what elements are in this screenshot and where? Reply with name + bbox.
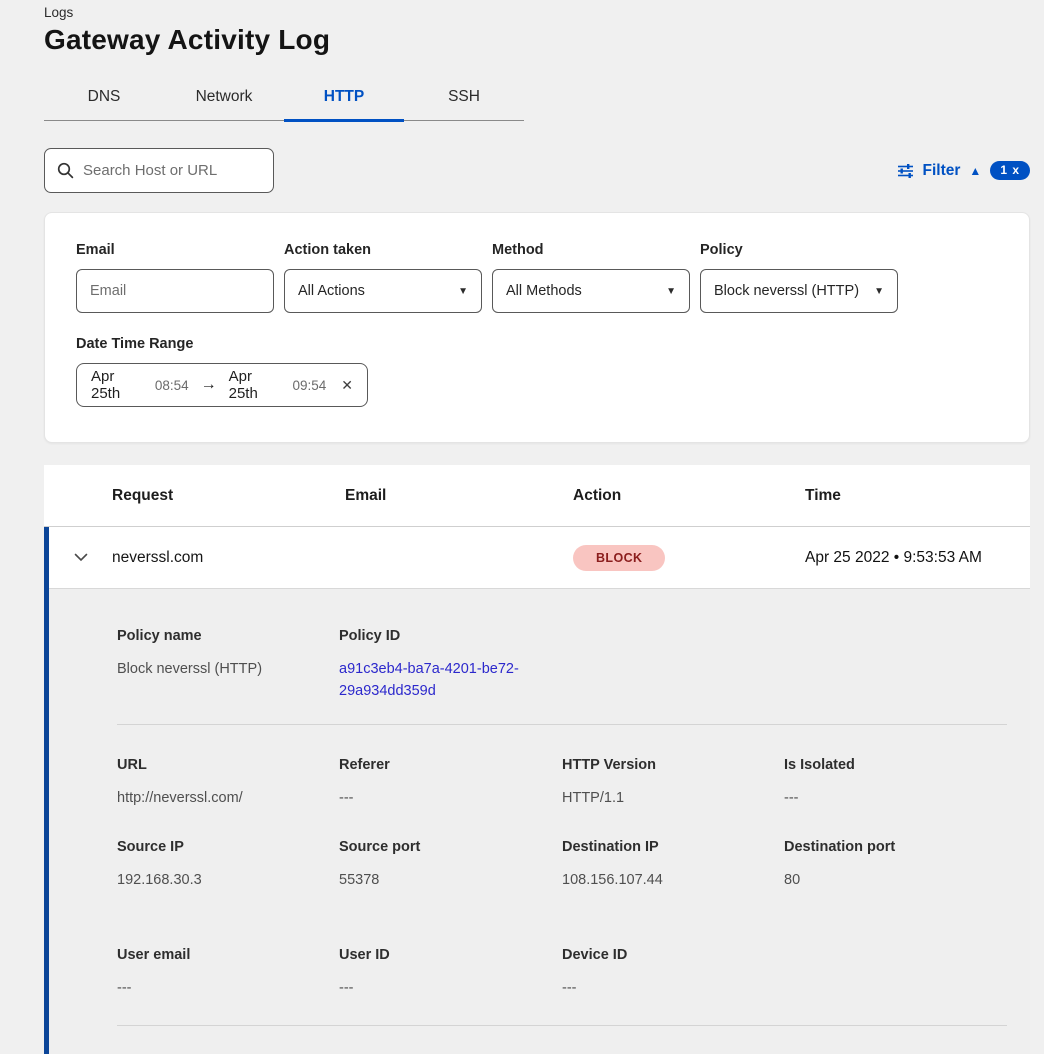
email-filter-label: Email bbox=[76, 242, 274, 258]
breadcrumb[interactable]: Logs bbox=[0, 0, 1044, 20]
source-ip-label: Source IP bbox=[117, 839, 339, 855]
date-range-picker[interactable]: Apr 25th 08:54 → Apr 25th 09:54 ✕ bbox=[76, 363, 368, 407]
tab-ssh[interactable]: SSH bbox=[404, 80, 524, 122]
email-filter-input[interactable] bbox=[90, 283, 260, 299]
destination-port-value: 80 bbox=[784, 870, 1007, 892]
destination-port-label: Destination port bbox=[784, 839, 1007, 855]
col-header-time: Time bbox=[805, 487, 1030, 505]
table-row[interactable]: neverssl.com BLOCK Apr 25 2022 • 9:53:53… bbox=[49, 527, 1030, 589]
user-id-label: User ID bbox=[339, 947, 562, 963]
expanded-log-entry: neverssl.com BLOCK Apr 25 2022 • 9:53:53… bbox=[44, 527, 1030, 1054]
caret-up-icon: ▲ bbox=[969, 165, 981, 177]
date-range-label: Date Time Range bbox=[76, 336, 1029, 352]
tab-bar: DNS Network HTTP SSH bbox=[44, 80, 524, 121]
user-email-value: --- bbox=[117, 978, 339, 1000]
method-filter-value: All Methods bbox=[506, 283, 582, 299]
search-input[interactable] bbox=[83, 162, 261, 179]
filter-panel: Email Action taken All Actions ▼ Method … bbox=[44, 212, 1030, 443]
method-filter-select[interactable]: All Methods ▼ bbox=[492, 269, 690, 313]
policy-filter-value: Block neverssl (HTTP) bbox=[714, 283, 859, 299]
policy-filter-select[interactable]: Block neverssl (HTTP) ▼ bbox=[700, 269, 898, 313]
user-email-label: User email bbox=[117, 947, 339, 963]
col-header-request: Request bbox=[112, 487, 345, 505]
is-isolated-label: Is Isolated bbox=[784, 757, 1007, 773]
http-version-value: HTTP/1.1 bbox=[562, 788, 784, 810]
action-filter-select[interactable]: All Actions ▼ bbox=[284, 269, 482, 313]
chevron-down-icon[interactable] bbox=[49, 553, 112, 562]
device-id-label: Device ID bbox=[562, 947, 784, 963]
filter-sliders-icon bbox=[897, 163, 914, 179]
referer-label: Referer bbox=[339, 757, 562, 773]
filter-toggle[interactable]: Filter ▲ 1 x bbox=[897, 161, 1030, 180]
log-detail-panel: Policy name Block neverssl (HTTP) Policy… bbox=[49, 589, 1030, 1054]
destination-ip-value: 108.156.107.44 bbox=[562, 870, 784, 892]
url-value: http://neverssl.com/ bbox=[117, 788, 339, 810]
row-time: Apr 25 2022 • 9:53:53 AM bbox=[805, 549, 1030, 567]
caret-down-icon: ▼ bbox=[458, 286, 468, 297]
caret-down-icon: ▼ bbox=[666, 286, 676, 297]
policy-filter-label: Policy bbox=[700, 242, 898, 258]
tab-network[interactable]: Network bbox=[164, 80, 284, 122]
search-box[interactable] bbox=[44, 148, 274, 193]
user-id-value: --- bbox=[339, 978, 562, 1000]
end-time: 09:54 bbox=[292, 378, 326, 393]
start-date: Apr 25th bbox=[91, 368, 146, 402]
method-filter-label: Method bbox=[492, 242, 690, 258]
tab-http[interactable]: HTTP bbox=[284, 80, 404, 122]
policy-name-label: Policy name bbox=[117, 628, 339, 644]
end-date: Apr 25th bbox=[229, 368, 284, 402]
tab-dns[interactable]: DNS bbox=[44, 80, 164, 122]
table-header-row: Request Email Action Time bbox=[44, 465, 1030, 527]
col-header-email: Email bbox=[345, 487, 573, 505]
filter-label: Filter bbox=[923, 162, 961, 180]
http-version-label: HTTP Version bbox=[562, 757, 784, 773]
source-ip-value: 192.168.30.3 bbox=[117, 870, 339, 892]
source-port-label: Source port bbox=[339, 839, 562, 855]
url-label: URL bbox=[117, 757, 339, 773]
source-port-value: 55378 bbox=[339, 870, 562, 892]
activity-table: Request Email Action Time neverssl.com B… bbox=[44, 465, 1030, 1054]
action-filter-value: All Actions bbox=[298, 283, 365, 299]
policy-id-link[interactable]: a91c3eb4-ba7a-4201-be72-29a934dd359d bbox=[339, 659, 535, 703]
clear-date-range-icon[interactable]: ✕ bbox=[341, 377, 353, 394]
policy-id-label: Policy ID bbox=[339, 628, 562, 644]
policy-name-value: Block neverssl (HTTP) bbox=[117, 659, 339, 681]
is-isolated-value: --- bbox=[784, 788, 1007, 810]
arrow-right-icon: → bbox=[198, 376, 220, 394]
page-title: Gateway Activity Log bbox=[44, 24, 1044, 56]
referer-value: --- bbox=[339, 788, 562, 810]
status-badge: BLOCK bbox=[573, 545, 665, 571]
action-filter-label: Action taken bbox=[284, 242, 482, 258]
search-icon bbox=[57, 162, 74, 179]
caret-down-icon: ▼ bbox=[874, 286, 884, 297]
row-request: neverssl.com bbox=[112, 549, 345, 567]
destination-ip-label: Destination IP bbox=[562, 839, 784, 855]
device-id-value: --- bbox=[562, 978, 784, 1000]
filter-count-badge[interactable]: 1 x bbox=[990, 161, 1030, 180]
start-time: 08:54 bbox=[155, 378, 189, 393]
col-header-action: Action bbox=[573, 487, 805, 505]
